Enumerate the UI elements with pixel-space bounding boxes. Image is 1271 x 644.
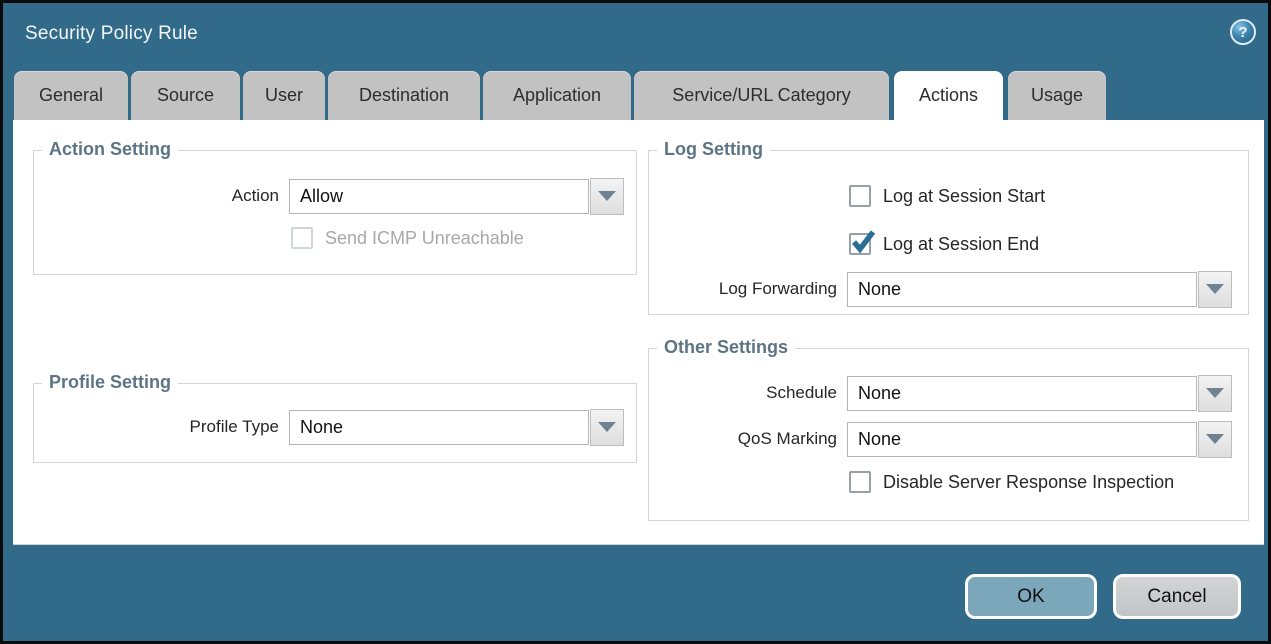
ok-button[interactable]: OK [965, 574, 1097, 619]
security-policy-rule-dialog: Security Policy Rule ? General Source Us… [0, 0, 1271, 644]
tab-service-url-category[interactable]: Service/URL Category [634, 71, 889, 120]
qos-marking-label: QoS Marking [649, 429, 837, 449]
qos-marking-select-field[interactable]: None [847, 422, 1197, 457]
profile-type-select[interactable]: None [289, 409, 624, 446]
tab-destination[interactable]: Destination [328, 71, 480, 120]
disable-server-response-inspection-label: Disable Server Response Inspection [883, 472, 1174, 493]
cancel-button[interactable]: Cancel [1113, 574, 1241, 619]
chevron-down-icon [1206, 388, 1224, 398]
question-mark-glyph: ? [1238, 24, 1247, 41]
schedule-select-value: None [858, 383, 901, 404]
log-session-start-row: Log at Session Start [849, 185, 1045, 207]
icmp-unreachable-row: Send ICMP Unreachable [291, 227, 524, 249]
schedule-select-field[interactable]: None [847, 376, 1197, 411]
send-icmp-unreachable-checkbox [291, 227, 313, 249]
qos-marking-select-arrow-button[interactable] [1198, 421, 1232, 458]
chevron-down-icon [598, 191, 616, 201]
tab-bar: General Source User Destination Applicat… [3, 71, 1268, 120]
log-forwarding-row: Log Forwarding None [649, 271, 1248, 307]
help-icon[interactable]: ? [1230, 19, 1256, 45]
log-setting-group: Log Setting Log at Session Start Log at … [648, 150, 1249, 315]
tab-application[interactable]: Application [483, 71, 631, 120]
tab-actions[interactable]: Actions [894, 71, 1003, 120]
log-session-start-checkbox[interactable] [849, 185, 871, 207]
chevron-down-icon [598, 422, 616, 432]
log-session-end-label: Log at Session End [883, 234, 1039, 255]
tab-usage[interactable]: Usage [1008, 71, 1106, 120]
schedule-select-arrow-button[interactable] [1198, 375, 1232, 412]
qos-marking-select[interactable]: None [847, 421, 1232, 458]
profile-type-row: Profile Type None [34, 409, 636, 445]
qos-marking-select-value: None [858, 429, 901, 450]
action-select[interactable]: Allow [289, 178, 624, 215]
profile-type-label: Profile Type [34, 417, 279, 437]
log-forwarding-select[interactable]: None [847, 271, 1232, 308]
profile-setting-legend: Profile Setting [42, 372, 178, 393]
profile-type-select-field[interactable]: None [289, 410, 589, 445]
profile-type-select-value: None [300, 417, 343, 438]
schedule-row: Schedule None [649, 375, 1248, 411]
log-forwarding-label: Log Forwarding [649, 279, 837, 299]
log-forwarding-select-field[interactable]: None [847, 272, 1197, 307]
action-select-value: Allow [300, 186, 343, 207]
chevron-down-icon [1206, 284, 1224, 294]
disable-server-response-inspection-checkbox[interactable] [849, 471, 871, 493]
schedule-select[interactable]: None [847, 375, 1232, 412]
checkmark-icon [850, 229, 876, 255]
tab-general[interactable]: General [14, 71, 128, 120]
action-row: Action Allow [34, 178, 636, 214]
log-forwarding-select-value: None [858, 279, 901, 300]
send-icmp-unreachable-label: Send ICMP Unreachable [325, 228, 524, 249]
tab-source[interactable]: Source [131, 71, 240, 120]
dsri-row: Disable Server Response Inspection [849, 471, 1174, 493]
action-setting-legend: Action Setting [42, 139, 178, 160]
log-session-end-checkbox[interactable] [849, 233, 871, 255]
action-select-arrow-button[interactable] [590, 178, 624, 215]
profile-type-select-arrow-button[interactable] [590, 409, 624, 446]
action-label: Action [34, 186, 279, 206]
action-select-field[interactable]: Allow [289, 179, 589, 214]
log-setting-legend: Log Setting [657, 139, 770, 160]
tab-user[interactable]: User [243, 71, 325, 120]
log-session-end-row: Log at Session End [849, 233, 1039, 255]
actions-tab-panel: Action Setting Action Allow Send ICMP Un… [13, 120, 1264, 545]
profile-setting-group: Profile Setting Profile Type None [33, 383, 637, 463]
other-settings-legend: Other Settings [657, 337, 795, 358]
log-forwarding-select-arrow-button[interactable] [1198, 271, 1232, 308]
log-session-start-label: Log at Session Start [883, 186, 1045, 207]
action-setting-group: Action Setting Action Allow Send ICMP Un… [33, 150, 637, 275]
schedule-label: Schedule [649, 383, 837, 403]
chevron-down-icon [1206, 434, 1224, 444]
dialog-title: Security Policy Rule [25, 23, 198, 45]
other-settings-group: Other Settings Schedule None QoS Marking… [648, 348, 1249, 521]
qos-marking-row: QoS Marking None [649, 421, 1248, 457]
